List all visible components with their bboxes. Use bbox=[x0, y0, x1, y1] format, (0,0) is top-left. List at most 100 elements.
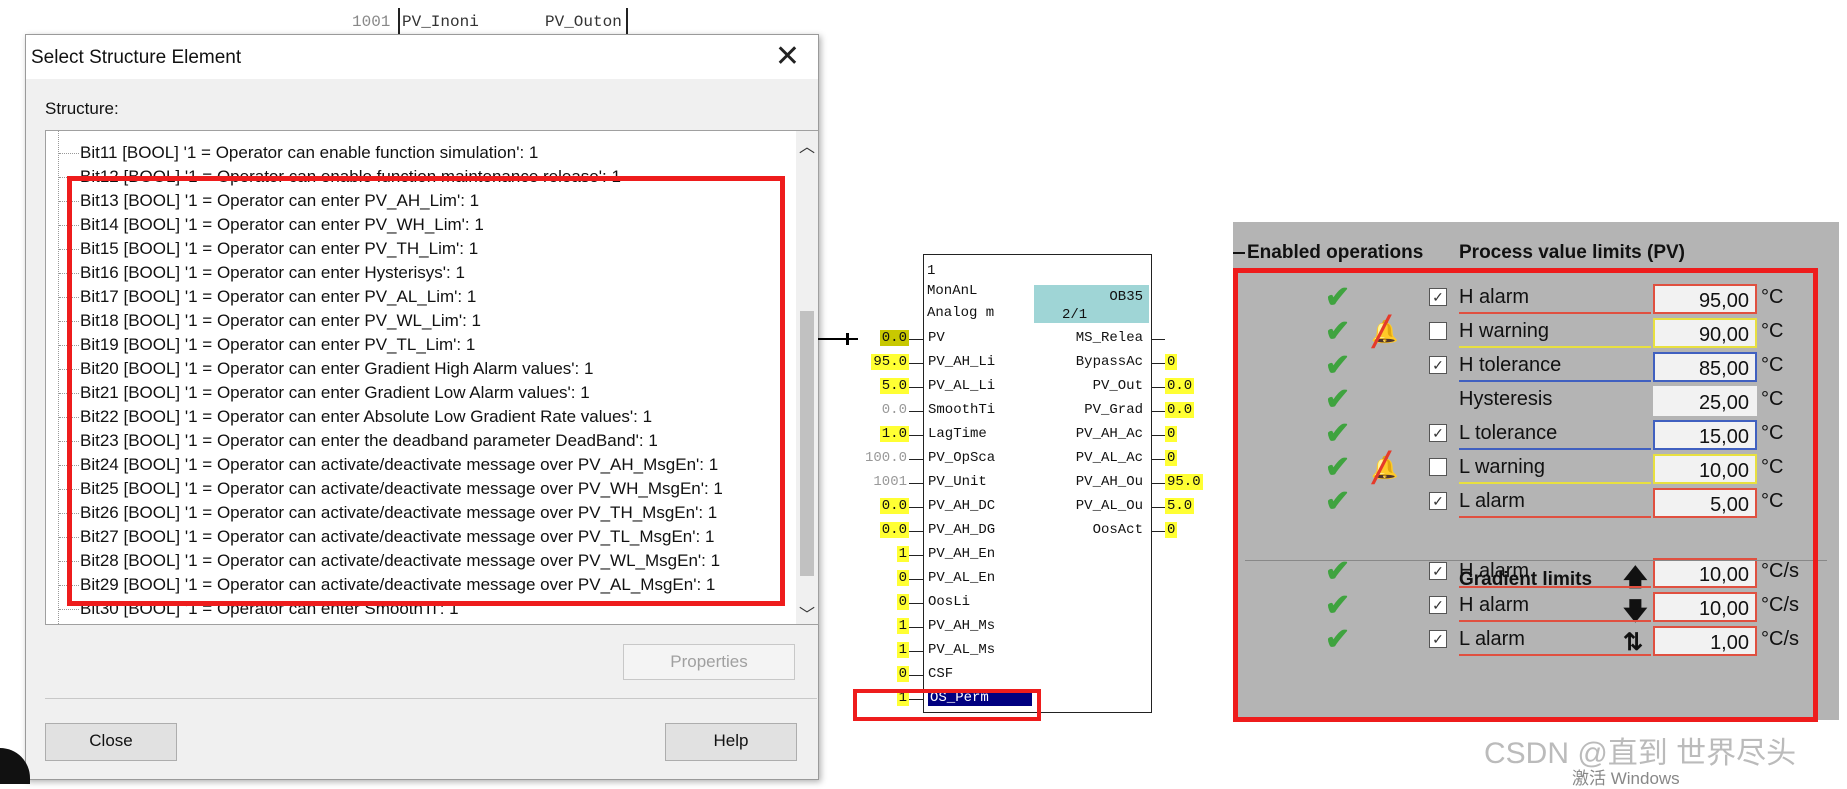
output-pin-label[interactable]: PV_AH_Ou bbox=[1076, 474, 1143, 490]
input-value[interactable]: 95.0 bbox=[871, 354, 909, 370]
highlight-box-os-perm bbox=[853, 689, 1041, 721]
input-pin-wire bbox=[909, 339, 923, 340]
scroll-up-icon[interactable]: ︿ bbox=[799, 133, 815, 157]
tree-item[interactable]: Bit31 [BOOL] 'Reserved': 1 bbox=[80, 623, 283, 624]
bg-unit-value: 1001 bbox=[352, 13, 391, 31]
input-pin-wire bbox=[909, 507, 923, 508]
input-value[interactable]: 1 bbox=[896, 546, 909, 562]
tree-vertical-scrollbar[interactable]: ︿ ﹀ bbox=[796, 131, 818, 624]
block-number: 1 bbox=[927, 263, 936, 279]
pv-wire-marker bbox=[846, 333, 849, 345]
input-value[interactable]: 0.0 bbox=[880, 402, 909, 418]
input-pin-wire bbox=[909, 363, 923, 364]
background-cfc-fragment: 1001 PV_Inoni PV_Outon bbox=[330, 0, 630, 34]
input-pin-label[interactable]: PV_AL_En bbox=[928, 570, 995, 586]
input-pin-wire bbox=[909, 579, 923, 580]
output-pin-label[interactable]: PV_Grad bbox=[1084, 402, 1143, 418]
output-pin-label[interactable]: MS_Relea bbox=[1076, 330, 1143, 346]
input-pin-label[interactable]: OosLi bbox=[928, 594, 970, 610]
input-value[interactable]: 100.0 bbox=[863, 450, 909, 466]
input-pin-label[interactable]: PV_AL_Ms bbox=[928, 642, 995, 658]
input-pin-wire bbox=[909, 651, 923, 652]
input-value[interactable]: 5.0 bbox=[879, 378, 909, 394]
output-pin-wire bbox=[1151, 459, 1165, 460]
output-pin-label[interactable]: PV_AL_Ou bbox=[1076, 498, 1143, 514]
block-sequence: 2/1 bbox=[1062, 307, 1088, 323]
block-task: OB35 bbox=[1109, 289, 1143, 305]
tree-connector bbox=[59, 153, 79, 154]
input-value[interactable]: 0.0 bbox=[879, 498, 909, 514]
bg-pin-out: PV_Outon bbox=[545, 13, 622, 31]
input-value[interactable]: 1.0 bbox=[879, 426, 909, 442]
output-value[interactable]: 0 bbox=[1165, 426, 1178, 442]
heading-enabled-operations: Enabled operations bbox=[1247, 242, 1424, 263]
close-button[interactable]: Close bbox=[45, 723, 177, 761]
output-value[interactable]: 0 bbox=[1165, 354, 1178, 370]
input-value[interactable]: 1 bbox=[896, 642, 909, 658]
input-value[interactable]: 0 bbox=[896, 666, 909, 682]
input-value[interactable]: 1 bbox=[896, 618, 909, 634]
output-value[interactable]: 95.0 bbox=[1165, 474, 1203, 490]
input-pin-label[interactable]: PV_Unit bbox=[928, 474, 987, 490]
input-pin-wire bbox=[909, 675, 923, 676]
input-pin-wire bbox=[909, 483, 923, 484]
input-pin-label[interactable]: PV_AH_Ms bbox=[928, 618, 995, 634]
output-pin-label[interactable]: PV_Out bbox=[1093, 378, 1143, 394]
input-pin-label[interactable]: PV_AH_DG bbox=[928, 522, 995, 538]
input-pin-label[interactable]: SmoothTi bbox=[928, 402, 995, 418]
highlight-box-bits bbox=[67, 176, 785, 606]
input-pin-label[interactable]: PV_OpSca bbox=[928, 450, 995, 466]
output-value[interactable]: 0.0 bbox=[1165, 402, 1195, 418]
input-pin-wire bbox=[909, 603, 923, 604]
input-pin-label[interactable]: PV_AH_En bbox=[928, 546, 995, 562]
bg-pin-in: PV_Inoni bbox=[402, 13, 479, 31]
output-pin-label[interactable]: BypassAc bbox=[1076, 354, 1143, 370]
output-pin-wire bbox=[1151, 387, 1165, 388]
heading-dash bbox=[1233, 252, 1245, 254]
block-subtitle: Analog m bbox=[927, 305, 995, 321]
input-value[interactable]: 0 bbox=[896, 594, 909, 610]
output-value[interactable]: 5.0 bbox=[1165, 498, 1195, 514]
input-pin-wire bbox=[909, 435, 923, 436]
output-pin-label[interactable]: OosAct bbox=[1093, 522, 1143, 538]
tree-item[interactable]: Bit11 [BOOL] '1 = Operator can enable fu… bbox=[80, 143, 538, 163]
input-pin-wire bbox=[909, 627, 923, 628]
input-pin-wire bbox=[909, 459, 923, 460]
properties-button[interactable]: Properties bbox=[623, 644, 795, 680]
pv-input-wire bbox=[818, 338, 858, 340]
scroll-down-icon[interactable]: ﹀ bbox=[799, 601, 815, 624]
output-pin-wire bbox=[1151, 363, 1165, 364]
input-pin-label[interactable]: PV_AL_Li bbox=[928, 378, 995, 394]
dialog-titlebar: Select Structure Element ✕ bbox=[26, 35, 818, 79]
input-value[interactable]: 1001 bbox=[871, 474, 909, 490]
bg-block-edge-right bbox=[626, 8, 628, 34]
output-pin-label[interactable]: PV_AH_Ac bbox=[1076, 426, 1143, 442]
input-pin-label[interactable]: PV bbox=[928, 330, 945, 346]
input-pin-wire bbox=[909, 387, 923, 388]
output-value[interactable]: 0.0 bbox=[1165, 378, 1195, 394]
input-pin-label[interactable]: PV_AH_Li bbox=[928, 354, 995, 370]
output-pin-wire bbox=[1151, 339, 1165, 340]
input-value[interactable]: 0 bbox=[896, 570, 909, 586]
output-value[interactable]: 0 bbox=[1165, 522, 1178, 538]
input-pin-label[interactable]: PV_AH_DC bbox=[928, 498, 995, 514]
input-pin-wire bbox=[909, 411, 923, 412]
scroll-thumb[interactable] bbox=[800, 311, 814, 576]
input-pin-label[interactable]: CSF bbox=[928, 666, 953, 682]
output-pin-label[interactable]: PV_AL_Ac bbox=[1076, 450, 1143, 466]
bg-block-edge bbox=[398, 8, 400, 34]
block-task-tag: OB35 2/1 bbox=[1034, 285, 1149, 323]
input-pin-label[interactable]: LagTime bbox=[928, 426, 987, 442]
input-value[interactable]: 0.0 bbox=[879, 522, 909, 538]
output-value[interactable]: 0 bbox=[1165, 450, 1178, 466]
close-icon[interactable]: ✕ bbox=[775, 39, 800, 75]
dialog-separator bbox=[45, 698, 817, 699]
tree-connector bbox=[59, 609, 79, 610]
output-pin-wire bbox=[1151, 483, 1165, 484]
dialog-title: Select Structure Element bbox=[31, 47, 242, 68]
highlight-box-faceplate bbox=[1233, 268, 1818, 722]
windows-activation-text: 激活 Windows bbox=[1572, 769, 1680, 788]
structure-label: Structure: bbox=[45, 99, 119, 118]
input-value[interactable]: 0.0 bbox=[879, 330, 909, 346]
help-button[interactable]: Help bbox=[665, 723, 797, 761]
